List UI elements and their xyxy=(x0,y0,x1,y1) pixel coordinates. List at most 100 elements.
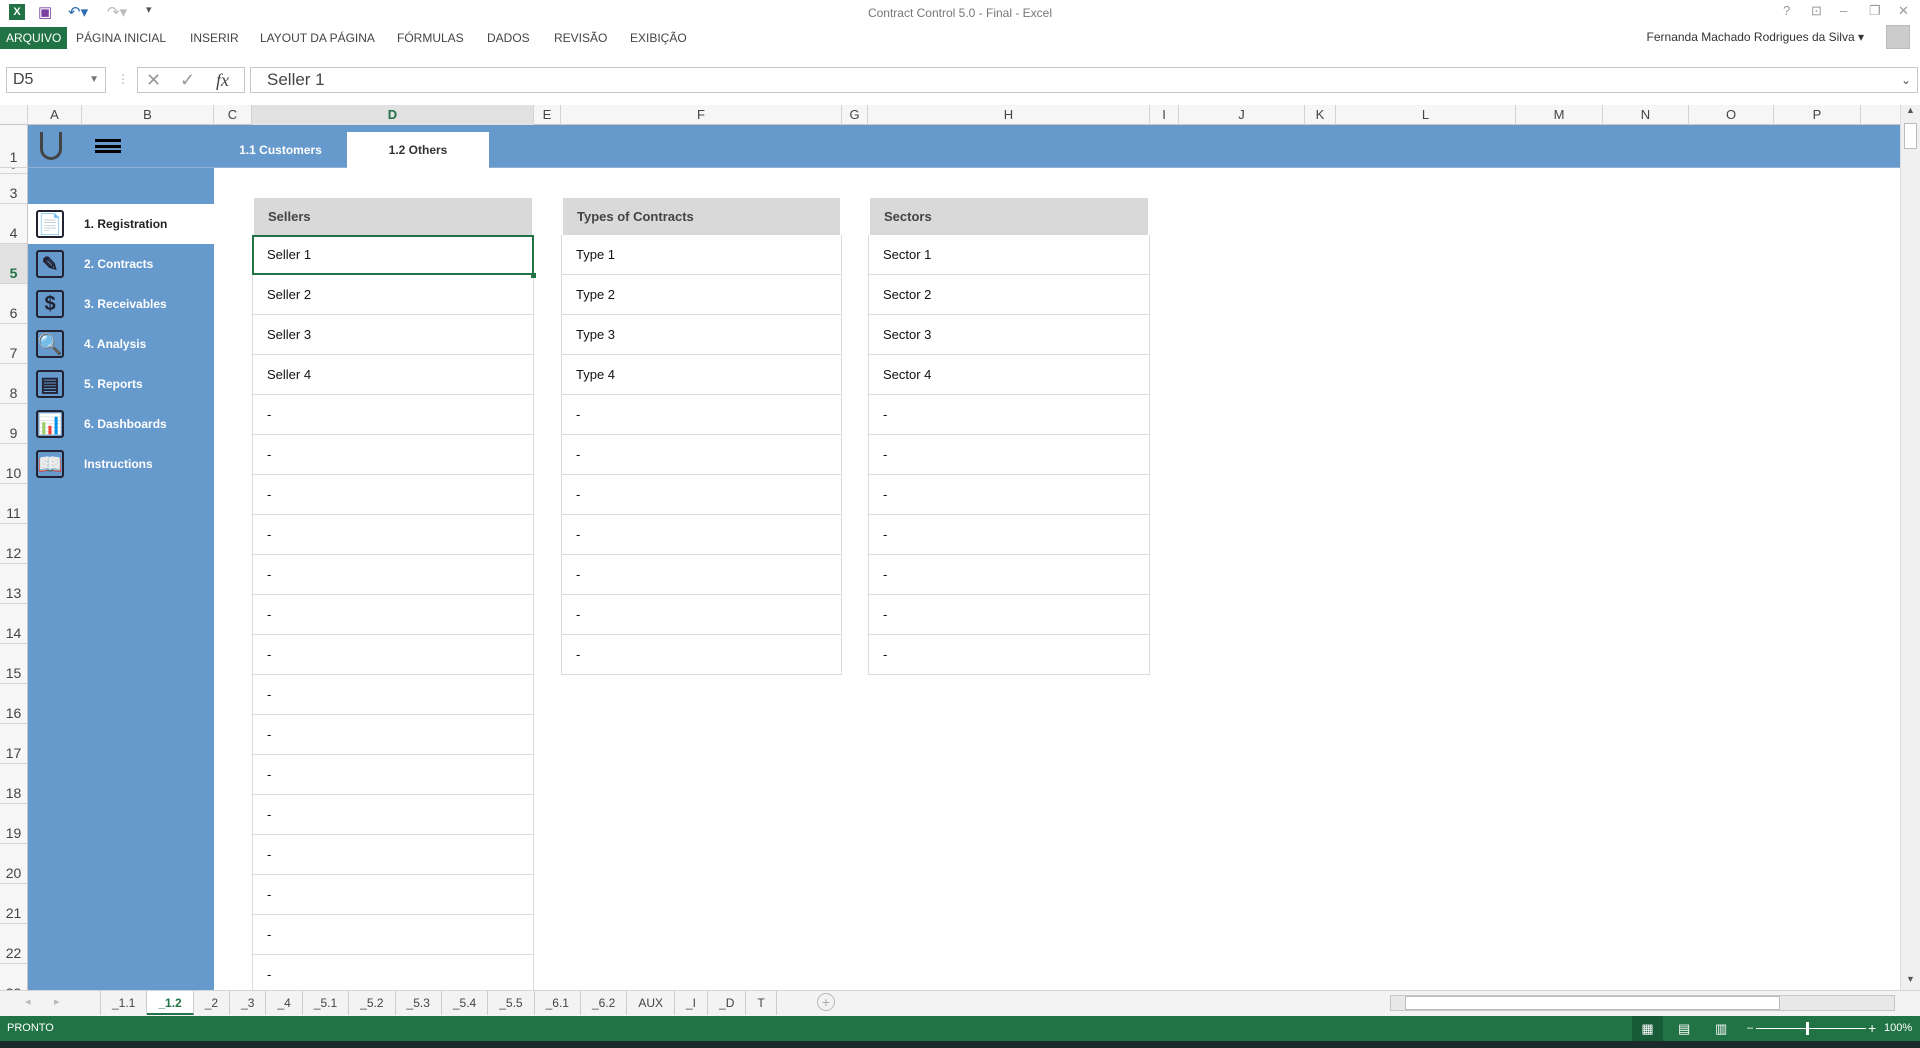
next-sheet-icon[interactable]: ▸ xyxy=(54,995,60,1008)
column-header-j[interactable]: J xyxy=(1179,105,1305,125)
nav-item-receivables[interactable]: $3. Receivables xyxy=(28,284,214,324)
row-header-4[interactable]: 4 xyxy=(0,204,27,244)
tab-dados[interactable]: DADOS xyxy=(481,27,536,49)
table-row[interactable]: - xyxy=(252,755,534,795)
column-header-h[interactable]: H xyxy=(868,105,1150,125)
table-row[interactable]: Type 4 xyxy=(561,355,842,395)
table-row[interactable]: - xyxy=(252,595,534,635)
tab-customers[interactable]: 1.1 Customers xyxy=(214,132,347,168)
table-row[interactable]: - xyxy=(868,635,1150,675)
sheet-tab-_3[interactable]: _3 xyxy=(230,991,267,1015)
nav-item-dashboards[interactable]: 📊 6. Dashboards xyxy=(28,404,214,444)
table-row[interactable]: Seller 1 xyxy=(252,235,534,275)
nav-item-analysis[interactable]: 🔍 4. Analysis xyxy=(28,324,214,364)
column-header-m[interactable]: M xyxy=(1516,105,1603,125)
table-row[interactable]: - xyxy=(561,555,842,595)
fill-handle[interactable] xyxy=(531,273,536,278)
menu-icon[interactable] xyxy=(95,139,121,153)
table-row[interactable]: - xyxy=(561,475,842,515)
tab-exibicao[interactable]: EXIBIÇÃO xyxy=(624,27,693,49)
table-row[interactable]: Sector 1 xyxy=(868,235,1150,275)
sheet-tab-_54[interactable]: _5.4 xyxy=(442,991,489,1015)
tab-pagina-inicial[interactable]: PÁGINA INICIAL xyxy=(70,27,172,49)
column-header-c[interactable]: C xyxy=(214,105,252,125)
tab-arquivo[interactable]: ARQUIVO xyxy=(0,27,68,49)
sheet-tab-_d[interactable]: _D xyxy=(708,991,747,1015)
table-row[interactable]: - xyxy=(252,395,534,435)
table-row[interactable]: - xyxy=(252,915,534,955)
table-row[interactable]: - xyxy=(868,595,1150,635)
enter-icon[interactable]: ✓ xyxy=(180,68,195,92)
zoom-in-icon[interactable]: + xyxy=(1868,1016,1876,1041)
column-header-e[interactable]: E xyxy=(534,105,561,125)
select-all-corner[interactable] xyxy=(0,105,28,125)
nav-item-instructions[interactable]: 📖 Instructions xyxy=(28,444,214,484)
table-row[interactable]: - xyxy=(561,515,842,555)
zoom-level[interactable]: 100% xyxy=(1884,1016,1912,1041)
row-header-19[interactable]: 19 xyxy=(0,804,27,844)
ribbon-display-icon[interactable]: ⊡ xyxy=(1811,3,1822,19)
table-row[interactable]: - xyxy=(252,875,534,915)
table-row[interactable]: - xyxy=(252,715,534,755)
row-header-16[interactable]: 16 xyxy=(0,684,27,724)
vertical-scrollbar[interactable]: ▲ ▼ xyxy=(1900,105,1920,990)
table-row[interactable]: Type 2 xyxy=(561,275,842,315)
avatar[interactable] xyxy=(1886,25,1910,49)
tab-others[interactable]: 1.2 Others xyxy=(347,132,489,168)
nav-item-reports[interactable]: ▤ 5. Reports xyxy=(28,364,214,404)
table-row[interactable]: - xyxy=(252,435,534,475)
row-header-17[interactable]: 17 xyxy=(0,724,27,764)
column-header-p[interactable]: P xyxy=(1774,105,1861,125)
table-row[interactable]: - xyxy=(561,635,842,675)
row-header-5[interactable]: 5 xyxy=(0,244,27,284)
expand-formula-icon[interactable]: ⌄ xyxy=(1901,68,1911,92)
column-header-k[interactable]: K xyxy=(1305,105,1336,125)
row-header-13[interactable]: 13 xyxy=(0,564,27,604)
user-name[interactable]: Fernanda Machado Rodrigues da Silva ▾ xyxy=(1647,30,1864,44)
table-row[interactable]: - xyxy=(252,955,534,995)
page-layout-icon[interactable]: ▤ xyxy=(1678,1016,1690,1041)
minimize-icon[interactable]: – xyxy=(1840,3,1847,18)
row-header-12[interactable]: 12 xyxy=(0,524,27,564)
sheet-tab-_2[interactable]: _2 xyxy=(194,991,231,1015)
help-icon[interactable]: ? xyxy=(1783,3,1790,18)
sheet-tab-_i[interactable]: _I xyxy=(675,991,709,1015)
tab-inserir[interactable]: INSERIR xyxy=(184,27,245,49)
tab-revisao[interactable]: REVISÃO xyxy=(548,27,613,49)
restore-icon[interactable]: ❐ xyxy=(1869,3,1881,19)
table-row[interactable]: - xyxy=(252,515,534,555)
column-header-g[interactable]: G xyxy=(842,105,868,125)
table-row[interactable]: - xyxy=(868,395,1150,435)
sheet-tab-_51[interactable]: _5.1 xyxy=(303,991,350,1015)
page-break-icon[interactable]: ▥ xyxy=(1715,1016,1727,1041)
column-header-f[interactable]: F xyxy=(561,105,842,125)
column-header-o[interactable]: O xyxy=(1689,105,1774,125)
row-header-6[interactable]: 6 xyxy=(0,284,27,324)
row-header-22[interactable]: 22 xyxy=(0,924,27,964)
prev-sheet-icon[interactable]: ◂ xyxy=(25,995,31,1008)
row-header-3[interactable]: 3 xyxy=(0,174,27,204)
add-sheet-icon[interactable]: + xyxy=(817,993,835,1011)
table-row[interactable]: - xyxy=(252,635,534,675)
table-row[interactable]: Sector 3 xyxy=(868,315,1150,355)
cancel-icon[interactable]: ✕ xyxy=(146,68,161,92)
table-row[interactable]: - xyxy=(561,595,842,635)
row-header-11[interactable]: 11 xyxy=(0,484,27,524)
sheet-tab-aux[interactable]: AUX xyxy=(627,991,675,1015)
table-row[interactable]: - xyxy=(561,435,842,475)
table-row[interactable]: - xyxy=(252,795,534,835)
table-row[interactable]: - xyxy=(868,555,1150,595)
column-header-i[interactable]: I xyxy=(1150,105,1179,125)
tab-formulas[interactable]: FÓRMULAS xyxy=(391,27,470,49)
row-header-15[interactable]: 15 xyxy=(0,644,27,684)
table-row[interactable]: - xyxy=(252,555,534,595)
column-header-l[interactable]: L xyxy=(1336,105,1516,125)
table-row[interactable]: - xyxy=(252,475,534,515)
sheet-tab-_12[interactable]: _1.2 xyxy=(147,991,194,1015)
row-header-8[interactable]: 8 xyxy=(0,364,27,404)
sheet-tab-t[interactable]: T xyxy=(746,991,777,1015)
horizontal-scrollbar[interactable] xyxy=(1390,995,1895,1011)
sheet-tab-_53[interactable]: _5.3 xyxy=(396,991,442,1015)
row-header-21[interactable]: 21 xyxy=(0,884,27,924)
sheet-tab-_4[interactable]: _4 xyxy=(266,991,303,1015)
